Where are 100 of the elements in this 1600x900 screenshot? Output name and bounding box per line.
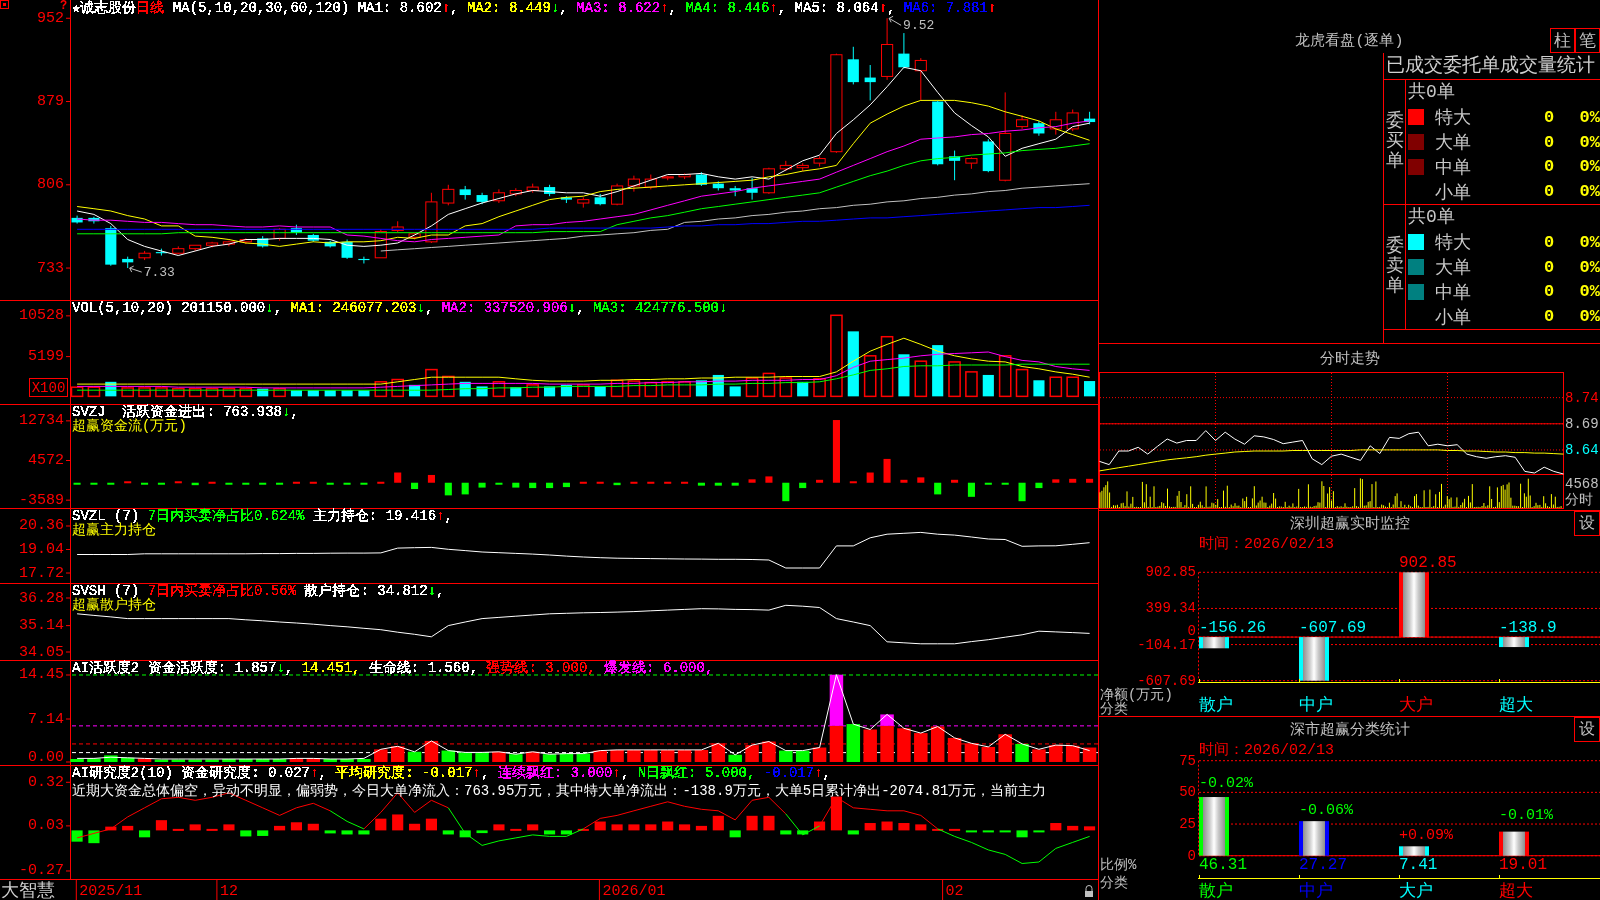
axis-label: 20.36 [19, 517, 64, 535]
axis-label: 50 [1179, 784, 1196, 801]
date-label: 2026/01 [602, 882, 666, 900]
order-size-label: 大单 [1435, 257, 1471, 280]
unit-label: X100 [29, 378, 68, 397]
value-label: 7.41 [1399, 856, 1438, 874]
date-label: 12 [219, 882, 238, 900]
category-label: 大户 [1399, 695, 1433, 715]
indicator-title: 超赢主力持仓 [72, 523, 156, 537]
axis-label: 36.28 [19, 589, 64, 607]
order-share: 0% [1579, 157, 1600, 177]
axis-label: -0.27 [19, 862, 64, 880]
axis-label: 733 [37, 259, 64, 277]
order-share: 0% [1579, 182, 1600, 202]
axis-label: 25 [1179, 816, 1196, 833]
volume-axis-label: 分时 [1565, 492, 1593, 508]
indicator-title: 超赢散户持仓 [72, 598, 156, 612]
order-count: 0 [1543, 232, 1555, 252]
order-count: 0 [1543, 132, 1555, 152]
brand-label: 大智慧 [1, 881, 55, 900]
order-count: 0 [1543, 107, 1555, 127]
order-count: 0 [1543, 182, 1555, 202]
axis-label: 19.04 [19, 541, 64, 558]
axis-label: 0 [1187, 847, 1196, 864]
indicator-title: 超赢资金流(万元) [72, 419, 187, 433]
axis-label: -607.69 [1137, 672, 1196, 689]
axis-label: -104.17 [1137, 636, 1196, 653]
category-label: 中户 [1299, 881, 1333, 900]
group-label: 委买单 [1385, 112, 1404, 172]
value-label: -156.26 [1199, 619, 1267, 638]
value-label: -138.9 [1499, 619, 1557, 638]
change-label: -0.01% [1499, 806, 1553, 824]
change-label: +0.09% [1399, 826, 1453, 844]
axis-title: 比例% [1100, 857, 1137, 873]
axis-label: 0.32 [28, 773, 64, 791]
axis-label: 12734 [19, 412, 64, 430]
order-share: 0% [1579, 107, 1600, 127]
axis-label: 5199 [28, 348, 64, 366]
axis-label: 8.69 [1565, 415, 1599, 432]
order-share: 0% [1579, 132, 1600, 152]
value-label: 19.01 [1499, 856, 1547, 874]
order-count: 0 [1543, 157, 1555, 177]
date-label: 2025/11 [79, 882, 143, 900]
value-label: 902.85 [1399, 554, 1457, 573]
order-size-label: 小单 [1435, 181, 1471, 204]
axis-label: 806 [37, 176, 64, 194]
category-label: 大户 [1399, 881, 1433, 900]
axis-label: 902.85 [1145, 564, 1196, 581]
category-label: 散户 [1199, 695, 1233, 715]
order-total: 共0单 [1407, 81, 1455, 104]
category-label: 中户 [1299, 695, 1333, 715]
order-size-label: 特大 [1435, 107, 1471, 130]
axis-label: 7.14 [28, 710, 64, 728]
section-title: 分时走势 [1319, 349, 1380, 368]
indicator-legend: SVZJ 活跃资金进出: 763.938↓, [72, 405, 299, 419]
indicator-legend: ★诚志股份日线 MA(5,10,20,30,60,120) MA1: 8.602↑, MA2: 8.449↓, MA3: 8.622↑, MA4: 8.446↑, MA5: 8.064↑, MA6: 7.881↑ [72, 1, 997, 15]
axis-label: 952 [37, 9, 64, 27]
axis-title: 分类 [1100, 875, 1128, 891]
order-size-label: 中单 [1435, 281, 1471, 304]
order-count: 0 [1543, 307, 1555, 327]
axis-label: 0.03 [28, 817, 64, 835]
indicator-legend: AI研究度2(10) 资金研究度: 0.027↑, 平均研究度: -0.017↑, 连续飘红: 3.000↑, N日飘红: 5.000, -0.017↑, [72, 766, 831, 780]
order-count: 0 [1543, 257, 1555, 277]
group-label: 委卖单 [1385, 237, 1404, 297]
value-label: 27.27 [1299, 856, 1347, 874]
axis-title: 净额(万元) [1100, 687, 1173, 703]
axis-label: -3589 [19, 491, 64, 508]
order-share: 0% [1579, 282, 1600, 302]
axis-label: 4568 [1565, 476, 1599, 492]
axis-label: 0.00 [28, 748, 64, 765]
category-label: 超大 [1499, 695, 1533, 715]
order-share: 0% [1579, 257, 1600, 277]
indicator-legend: AI活跃度2 资金活跃度: 1.857↓, 14.451, 生命线: 1.560, 强势线: 3.000, 爆发线: 6.000, [72, 661, 714, 675]
axis-label: 0 [1187, 622, 1196, 639]
indicator-legend: VOL(5,10,20) 201150.000↓, MA1: 246077.203↓, MA2: 337520.906↓, MA3: 424776.500↓ [72, 301, 728, 315]
axis-label: 75 [1179, 752, 1196, 769]
indicator-legend: SVZL (7) 7日内买卖净占比0.624% 主力持仓: 19.416↑, [72, 509, 453, 523]
axis-label: 35.14 [19, 617, 64, 635]
price-marker-label: 7.33 [143, 264, 175, 280]
axis-label: 8.74 [1565, 389, 1599, 406]
order-size-label: 小单 [1435, 306, 1471, 329]
axis-title: 分类 [1100, 701, 1128, 716]
axis-label: 399.34 [1145, 600, 1196, 617]
order-total: 共0单 [1407, 206, 1455, 229]
order-size-label: 特大 [1435, 232, 1471, 255]
value-label: 46.31 [1199, 856, 1247, 874]
indicator-legend: SVSH (7) 7日内买卖净占比0.56% 散户持仓: 34.812↓, [72, 584, 445, 598]
value-label: -607.69 [1299, 619, 1367, 638]
axis-label: 34.05 [19, 643, 64, 660]
table-title: 已成交委托单成交量统计 [1384, 53, 1600, 80]
axis-label: 10528 [19, 307, 64, 325]
order-size-label: 大单 [1435, 132, 1471, 155]
date-label: 02 [945, 882, 964, 900]
axis-label: 17.72 [19, 564, 64, 582]
category-label: 散户 [1199, 881, 1233, 900]
order-count: 0 [1543, 282, 1555, 302]
axis-label: 879 [37, 93, 64, 110]
price-marker-label: 9.52 [903, 17, 935, 33]
order-share: 0% [1579, 307, 1600, 327]
axis-label: 8.64 [1565, 441, 1599, 458]
